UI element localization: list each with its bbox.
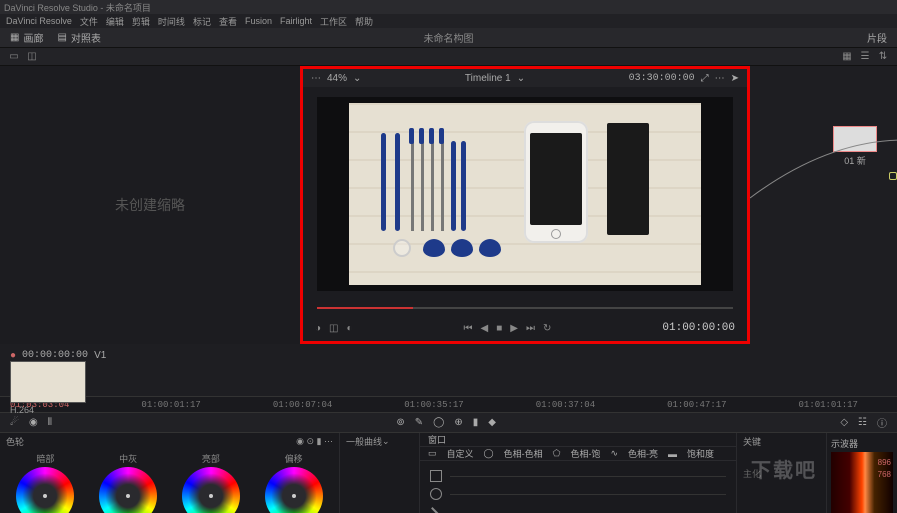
lift-wheel[interactable] <box>16 467 74 513</box>
viewer-panel: ⋯ 44% ⌄ Timeline 1 ⌄ 03:30:00:00 ⤢ ⋯ ➤ <box>300 66 750 344</box>
split-icon[interactable]: ◫ <box>329 323 338 334</box>
tab-lum[interactable]: 色相-亮 <box>628 447 658 460</box>
eyedrop-icon[interactable]: ✎ <box>415 417 423 428</box>
wheel-tool-icon[interactable]: ◉ <box>29 417 38 428</box>
circle-shape-icon[interactable] <box>430 488 442 500</box>
play-icon[interactable]: ▶ <box>510 323 518 334</box>
shape-curve-icon[interactable]: ∿ <box>610 448 618 459</box>
next-icon[interactable]: ⏭ <box>526 323 535 334</box>
main-menu: DaVinci Resolve 文件 编辑 剪辑 时间线 标记 查看 Fusio… <box>0 14 897 28</box>
clip-timecode: 00:00:00:00 <box>22 350 88 361</box>
sort-icon[interactable]: ⇅ <box>877 51 889 63</box>
clip-thumbnail[interactable] <box>10 361 86 403</box>
tool-row: ☄ ◉ ⫴ ⊚ ✎ ◯ ⊕ ▮ ◆ ◇ ☷ ⓘ <box>0 412 897 432</box>
shape-poly-icon[interactable]: ⬠ <box>553 448 561 459</box>
shape-rect-icon[interactable]: ▭ <box>428 448 437 459</box>
menu-help[interactable]: 帮助 <box>355 15 373 28</box>
viewer-canvas[interactable] <box>317 97 733 291</box>
scopes-panel: 示波器 896 768 <box>827 433 897 513</box>
waveform-scope[interactable]: 896 768 <box>831 452 893 513</box>
timeline-name[interactable]: Timeline 1 <box>465 73 511 84</box>
pointer-icon[interactable]: ➤ <box>731 73 739 84</box>
scrubber[interactable] <box>317 301 733 315</box>
list-icon[interactable]: ☰ <box>859 51 871 63</box>
qualifier-icon[interactable]: ⊚ <box>396 417 404 428</box>
highlight-icon[interactable]: ◐ <box>347 323 353 334</box>
menu-trim[interactable]: 剪辑 <box>132 15 150 28</box>
menu-fusion[interactable]: Fusion <box>245 16 272 26</box>
first-frame-icon[interactable]: ⏮ <box>464 323 473 334</box>
viewer-timecode[interactable]: 01:00:00:00 <box>662 322 735 334</box>
zoom-level[interactable]: 44% <box>327 73 347 84</box>
shape-circle-icon[interactable]: ◯ <box>484 448 494 459</box>
gain-wheel[interactable] <box>182 467 240 513</box>
menu-fairlight[interactable]: Fairlight <box>280 16 312 26</box>
luts-tab[interactable]: ▤ 对照表 <box>57 30 100 45</box>
tab-custom[interactable]: 自定义 <box>447 447 474 460</box>
tab-sat[interactable]: 色相-饱 <box>570 447 600 460</box>
menu-edit[interactable]: 编辑 <box>106 15 124 28</box>
timeline-ruler[interactable]: 01:03:03:04 01:00:01:17 01:00:07:04 01:0… <box>0 396 897 412</box>
tracker-icon[interactable]: ⊕ <box>454 417 462 428</box>
keyer-title: 关键 <box>743 435 761 448</box>
toolbar: ▭ ◫ ▦ ☰ ⇅ <box>0 48 897 66</box>
shape-grad-icon[interactable]: ▬ <box>668 449 677 459</box>
scopes-title: 示波器 <box>831 437 893 450</box>
gallery-tab[interactable]: ▦ 画廊 <box>10 30 43 45</box>
clips-tab[interactable]: 片段 <box>867 30 887 45</box>
rec-icon: ● <box>10 350 16 361</box>
stop-icon[interactable]: ■ <box>496 323 502 334</box>
menu-view[interactable]: 查看 <box>219 15 237 28</box>
empty-placeholder: 未创建缩略 <box>115 195 185 215</box>
tab-sat2[interactable]: 饱和度 <box>687 447 714 460</box>
info-icon[interactable]: ⓘ <box>877 415 887 430</box>
prev-icon[interactable]: ◀ <box>481 323 489 334</box>
menu-timeline[interactable]: 时间线 <box>158 15 185 28</box>
menu-mark[interactable]: 标记 <box>193 15 211 28</box>
clip-track: V1 <box>94 350 106 361</box>
window-icon[interactable]: ◯ <box>433 417 444 428</box>
clip-strip: ● 00:00:00:00 V1 H.264 <box>0 344 897 396</box>
bypass-icon[interactable]: ◑ <box>315 323 321 334</box>
thumb-icon[interactable]: ▦ <box>841 51 853 63</box>
wipe-icon[interactable]: ◫ <box>26 51 38 63</box>
scopes-icon[interactable]: ☷ <box>858 417 867 428</box>
page-tabs: ▦ 画廊 ▤ 对照表 未命名构图 片段 <box>0 28 897 48</box>
gamma-wheel[interactable] <box>99 467 157 513</box>
curves-title[interactable]: 一般曲线 <box>346 435 382 448</box>
wheel-mode-icon[interactable]: ◉ ⊙ ▮ ⋯ <box>296 436 333 447</box>
duration-tc: 03:30:00:00 <box>629 73 695 84</box>
rect-icon[interactable]: ▭ <box>8 51 20 63</box>
line-shape-icon[interactable] <box>431 507 441 513</box>
window-title: DaVinci Resolve Studio - 未命名项目 <box>4 1 151 14</box>
wheels-title: 色轮 <box>6 435 24 448</box>
chevron-down-icon[interactable]: ⌄ <box>517 73 525 84</box>
watermark: 下载吧 <box>751 454 817 483</box>
offset-wheel[interactable] <box>265 467 323 513</box>
gallery-panel: 未创建缩略 <box>0 66 300 344</box>
chevron-down-icon[interactable]: ⌄ <box>353 73 361 84</box>
menu-workspace[interactable]: 工作区 <box>320 15 347 28</box>
curves-tool-icon[interactable]: ☄ <box>10 417 19 428</box>
blur-icon[interactable]: ▮ <box>473 417 479 428</box>
rect-shape-icon[interactable] <box>430 470 442 482</box>
loop-icon[interactable]: ↻ <box>543 323 551 334</box>
expand-icon[interactable]: ⤢ <box>701 73 709 84</box>
keyframe-icon[interactable]: ◇ <box>840 417 848 428</box>
output-node-icon[interactable] <box>889 172 897 180</box>
page-title: 未命名构图 <box>424 30 474 45</box>
menu-app[interactable]: DaVinci Resolve <box>6 16 72 26</box>
bars-tool-icon[interactable]: ⫴ <box>48 417 52 428</box>
viewer-mode-icon[interactable]: ⋯ <box>311 73 321 84</box>
menu-file[interactable]: 文件 <box>80 15 98 28</box>
node-graph[interactable]: 01 新 <box>750 66 897 344</box>
opts-icon[interactable]: ⋯ <box>715 73 725 84</box>
window-tab[interactable]: 窗口 <box>428 433 446 446</box>
key-icon[interactable]: ◆ <box>488 417 496 428</box>
tab-hue[interactable]: 色相-色相 <box>504 447 543 460</box>
